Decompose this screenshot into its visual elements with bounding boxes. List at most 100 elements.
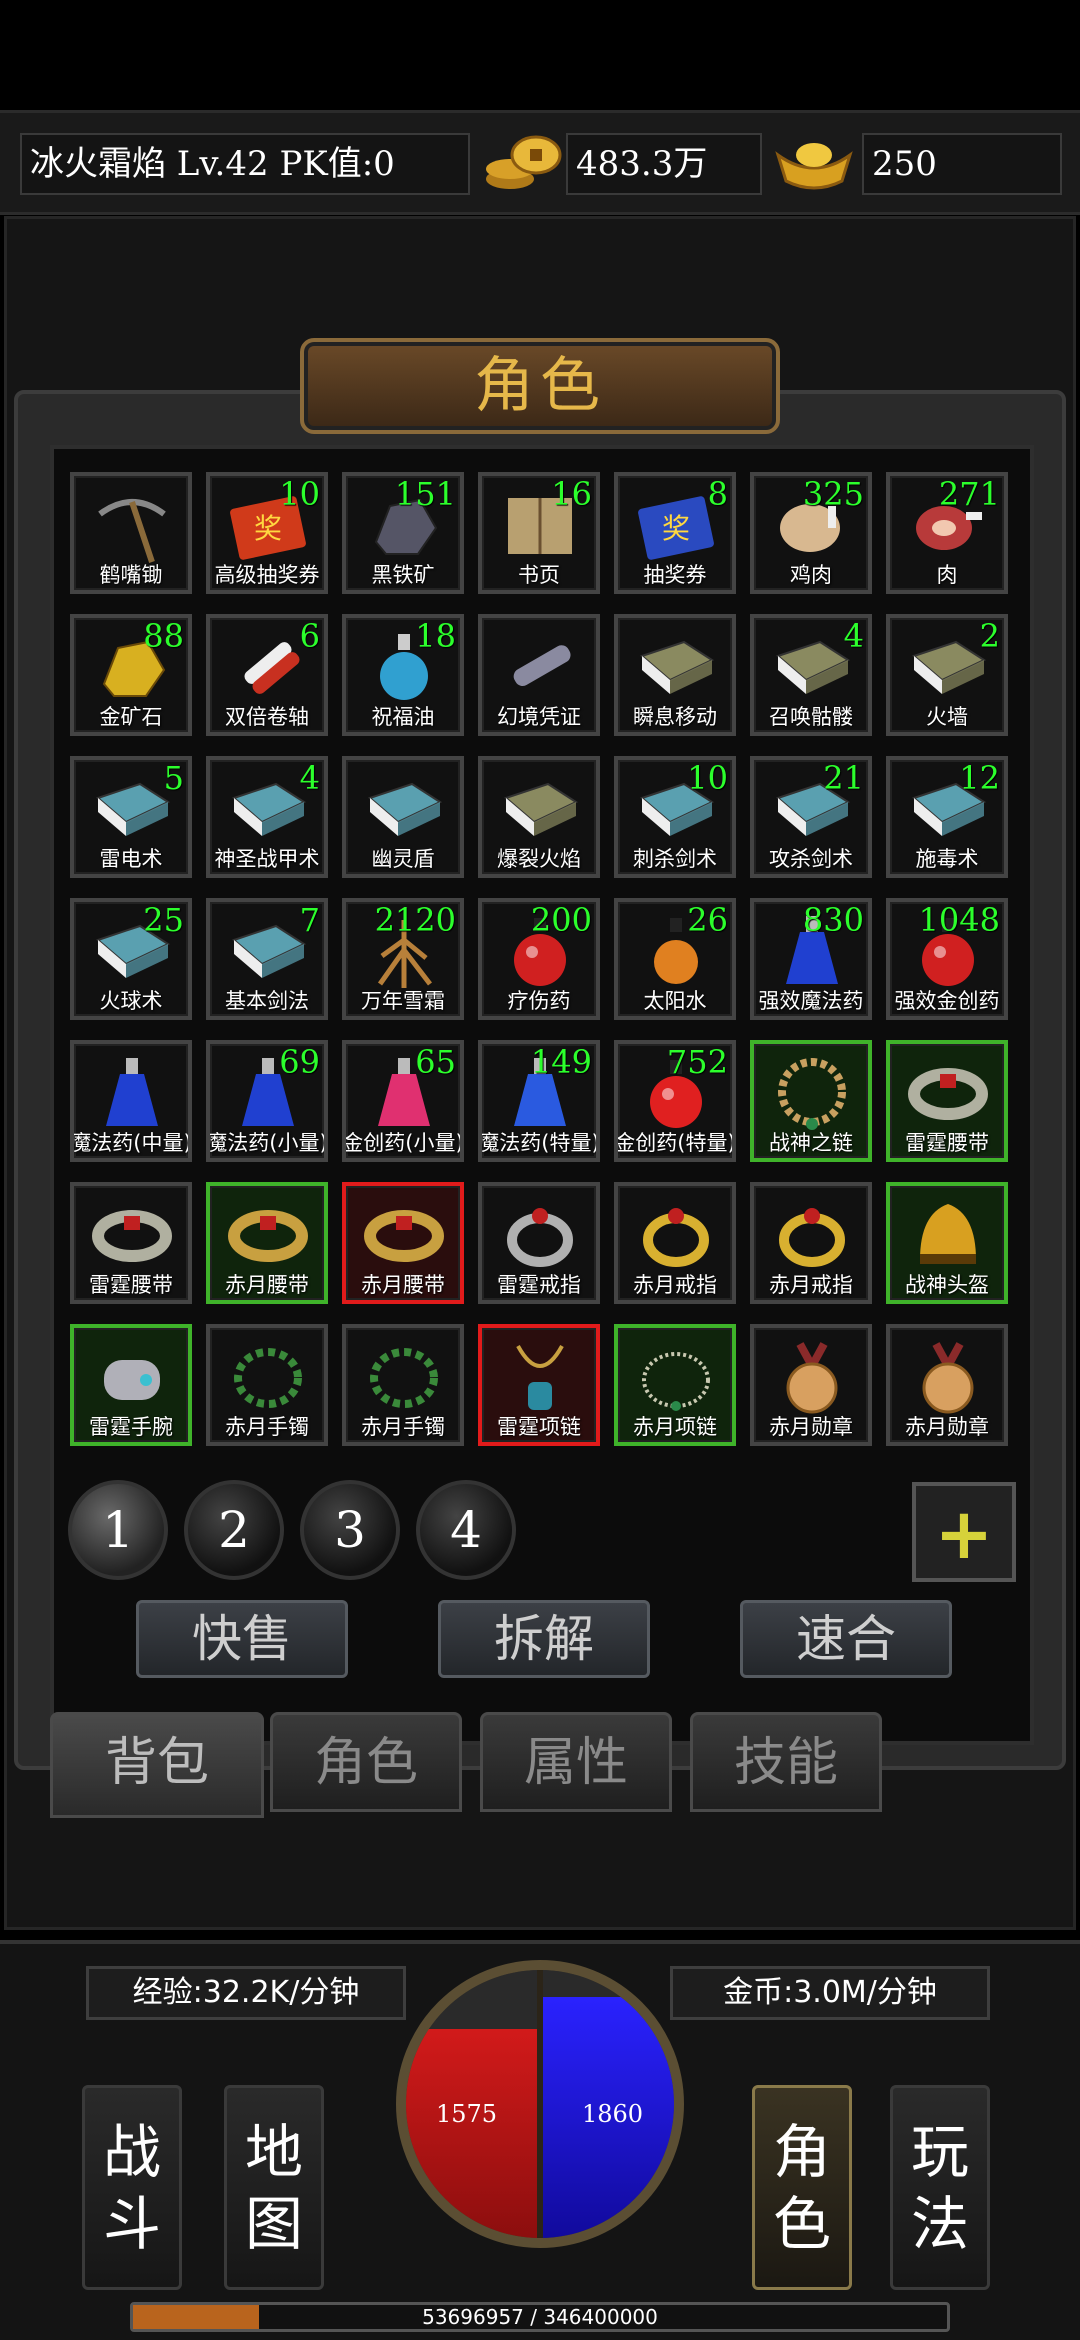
item-name: 赤月腰带: [361, 1273, 445, 1297]
nav-map-button[interactable]: 地图: [224, 2085, 324, 2290]
skill-book-icon: [912, 640, 987, 694]
item-count: 21: [823, 759, 864, 797]
inventory-slot[interactable]: 830 强效魔法药: [750, 898, 872, 1020]
inventory-slot[interactable]: 奖 8 抽奖券: [614, 472, 736, 594]
ingot-amount: 250: [862, 133, 1062, 195]
tab-bag[interactable]: 背包: [50, 1712, 264, 1818]
inventory-slot[interactable]: 12 施毒术: [886, 756, 1008, 878]
inventory-slot[interactable]: 7 基本剑法: [206, 898, 328, 1020]
item-name: 祝福油: [371, 705, 435, 729]
inventory-slot[interactable]: 赤月戒指: [614, 1182, 736, 1304]
voucher-scroll-icon: [513, 645, 571, 686]
inventory-slot[interactable]: 赤月手镯: [206, 1324, 328, 1446]
ring-icon: [507, 1208, 573, 1267]
item-count: 16: [551, 475, 592, 513]
inventory-slot[interactable]: 幽灵盾: [342, 756, 464, 878]
item-name: 万年雪霜: [361, 989, 445, 1013]
item-count: 200: [530, 901, 592, 939]
tab-attributes[interactable]: 属性: [480, 1712, 672, 1812]
inventory-slot[interactable]: 魔法药(中量): [70, 1040, 192, 1162]
item-name: 战神之链: [769, 1131, 853, 1155]
skill-book-icon: [640, 640, 715, 694]
item-count: 2120: [374, 901, 456, 939]
dismantle-button[interactable]: 拆解: [438, 1600, 650, 1678]
item-name: 魔法药(小量): [206, 1131, 328, 1155]
page-3-button[interactable]: 3: [300, 1480, 400, 1580]
item-name: 雷霆项链: [497, 1415, 581, 1439]
item-count: 7: [299, 901, 320, 939]
inventory-slot[interactable]: 赤月腰带: [206, 1182, 328, 1304]
inventory-slot[interactable]: 赤月腰带: [342, 1182, 464, 1304]
inventory-slot[interactable]: 752 金创药(特量): [614, 1040, 736, 1162]
inventory-slot[interactable]: 雷霆戒指: [478, 1182, 600, 1304]
inventory-slot[interactable]: 4 神圣战甲术: [206, 756, 328, 878]
inventory-slot[interactable]: 65 金创药(小量): [342, 1040, 464, 1162]
inventory-slot[interactable]: 69 魔法药(小量): [206, 1040, 328, 1162]
inventory-slot[interactable]: 幻境凭证: [478, 614, 600, 736]
item-name: 战神头盔: [905, 1273, 989, 1297]
inventory-slot[interactable]: 雷霆项链: [478, 1324, 600, 1446]
nav-role-button[interactable]: 角色: [752, 2085, 852, 2290]
inventory-slot[interactable]: 1048 强效金创药: [886, 898, 1008, 1020]
item-name: 赤月戒指: [633, 1273, 717, 1297]
item-name: 金创药(小量): [342, 1131, 464, 1155]
inventory-slot[interactable]: 149 魔法药(特量): [478, 1040, 600, 1162]
page-2-button[interactable]: 2: [184, 1480, 284, 1580]
inventory-slot[interactable]: 5 雷电术: [70, 756, 192, 878]
item-name: 雷霆戒指: [497, 1273, 581, 1297]
inventory-slot[interactable]: 瞬息移动: [614, 614, 736, 736]
inventory-slot[interactable]: 21 攻杀剑术: [750, 756, 872, 878]
quick-sell-button[interactable]: 快售: [136, 1600, 348, 1678]
tab-role[interactable]: 角色: [270, 1712, 462, 1812]
item-name: 高级抽奖券: [214, 563, 320, 587]
item-name: 赤月手镯: [361, 1415, 445, 1439]
tab-skills[interactable]: 技能: [690, 1712, 882, 1812]
inventory-slot[interactable]: 6 双倍卷轴: [206, 614, 328, 736]
inventory-slot[interactable]: 赤月手镯: [342, 1324, 464, 1446]
inventory-slot[interactable]: 18 祝福油: [342, 614, 464, 736]
nav-play-button[interactable]: 玩法: [890, 2085, 990, 2290]
expand-bag-button[interactable]: +: [912, 1482, 1016, 1582]
inventory-slot[interactable]: 200 疗伤药: [478, 898, 600, 1020]
inventory-slot[interactable]: 战神之链: [750, 1040, 872, 1162]
inventory-slot[interactable]: 战神头盔: [886, 1182, 1008, 1304]
quick-merge-button[interactable]: 速合: [740, 1600, 952, 1678]
inventory-slot[interactable]: 赤月项链: [614, 1324, 736, 1446]
page-1-button[interactable]: 1: [68, 1480, 168, 1580]
item-name: 金创药(特量): [614, 1131, 736, 1155]
inventory-slot[interactable]: 雷霆腰带: [886, 1040, 1008, 1162]
inventory-slot[interactable]: 325 鸡肉: [750, 472, 872, 594]
bead-bracelet-icon: [234, 1348, 302, 1408]
inventory-slot[interactable]: 赤月戒指: [750, 1182, 872, 1304]
inventory-slot[interactable]: 271 肉: [886, 472, 1008, 594]
item-name: 肉: [936, 563, 958, 587]
nav-fight-label: 战斗: [102, 2118, 161, 2258]
inventory-slot[interactable]: 16 书页: [478, 472, 600, 594]
inventory-slot[interactable]: 88 金矿石: [70, 614, 192, 736]
item-name: 施毒术: [915, 847, 979, 871]
inventory-slot[interactable]: 10 刺杀剑术: [614, 756, 736, 878]
inventory-slot[interactable]: 雷霆手腕: [70, 1324, 192, 1446]
blue-lottery-ticket-icon: 奖: [638, 496, 714, 560]
inventory-slot[interactable]: 151 黑铁矿: [342, 472, 464, 594]
inventory-slot[interactable]: 2120 万年雪霜: [342, 898, 464, 1020]
inventory-slot[interactable]: 鹤嘴锄: [70, 472, 192, 594]
inventory-slot[interactable]: 奖 10 高级抽奖券: [206, 472, 328, 594]
inventory-slot[interactable]: 26 太阳水: [614, 898, 736, 1020]
inventory-slot[interactable]: 赤月勋章: [886, 1324, 1008, 1446]
item-count: 151: [394, 475, 456, 513]
item-count: 10: [279, 475, 320, 513]
nav-map-label: 地图: [244, 2118, 303, 2258]
inventory-slot[interactable]: 爆裂火焰: [478, 756, 600, 878]
item-name: 雷霆腰带: [89, 1273, 173, 1297]
page-4-button[interactable]: 4: [416, 1480, 516, 1580]
item-name: 鹤嘴锄: [99, 563, 163, 587]
nav-fight-button[interactable]: 战斗: [82, 2085, 182, 2290]
inventory-slot[interactable]: 25 火球术: [70, 898, 192, 1020]
inventory-slot[interactable]: 雷霆腰带: [70, 1182, 192, 1304]
inventory-slot[interactable]: 4 召唤骷髅: [750, 614, 872, 736]
item-name: 雷电术: [99, 847, 163, 871]
inventory-slot[interactable]: 2 火墙: [886, 614, 1008, 736]
inventory-slot[interactable]: 赤月勋章: [750, 1324, 872, 1446]
bead-necklace-icon: [778, 1058, 846, 1130]
